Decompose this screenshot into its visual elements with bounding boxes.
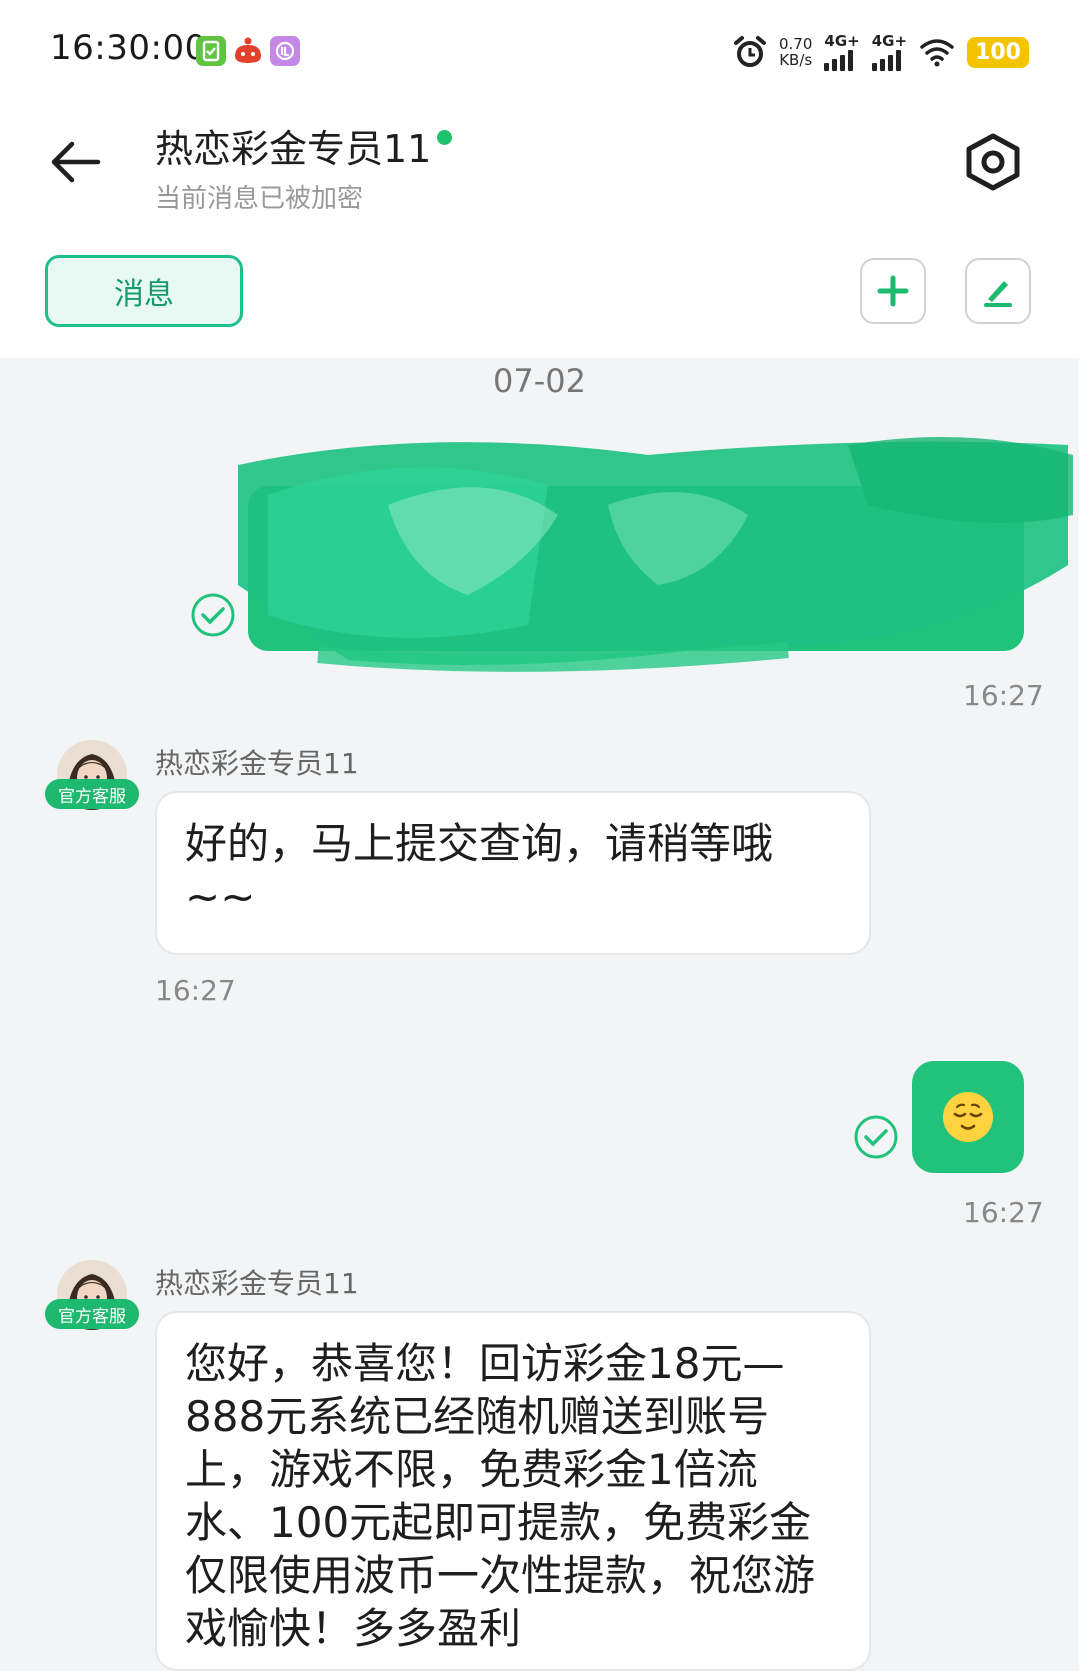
sender-name: 热恋彩金专员11 — [155, 1267, 359, 1300]
battery-icon: 100 — [967, 36, 1029, 68]
net-speed: 0.70 KB/s — [779, 36, 812, 68]
incoming-message-bubble[interactable]: 好的，马上提交查询，请稍等哦~~ — [155, 791, 871, 955]
app-purple-icon — [270, 36, 300, 66]
status-right: 0.70 KB/s 4G+ 4G+ 100 — [733, 30, 1029, 74]
tab-messages[interactable]: 消息 — [45, 255, 243, 327]
chat-title: 热恋彩金专员11 — [155, 118, 453, 173]
message-text: 好的，马上提交查询，请稍等哦~~ — [185, 819, 774, 921]
wifi-icon — [920, 39, 954, 67]
official-support-badge: 官方客服 — [45, 779, 139, 809]
relieved-face-icon — [943, 1092, 993, 1142]
encryption-notice: 当前消息已被加密 — [155, 184, 364, 214]
message-text: 您好，恭喜您！回访彩金18元—888元系统已经随机赠送到账号上，游戏不限，免费彩… — [185, 1339, 816, 1653]
message-time: 16:27 — [963, 679, 1044, 712]
plus-icon — [877, 275, 909, 307]
add-button[interactable] — [860, 258, 926, 324]
chat-title-text: 热恋彩金专员11 — [155, 127, 432, 171]
signal-label: 4G+ — [871, 31, 908, 50]
status-time: 16:30:00 — [50, 28, 207, 68]
pen-icon — [984, 281, 1012, 307]
signal-icon: 4G+ — [824, 31, 860, 71]
sender-avatar[interactable]: 官方客服 — [45, 740, 140, 820]
online-indicator — [437, 130, 453, 145]
net-speed-unit: KB/s — [779, 51, 813, 69]
settings-button[interactable] — [965, 132, 1021, 192]
back-button[interactable] — [48, 138, 102, 186]
message-time: 16:27 — [155, 974, 236, 1007]
signal-icon: 4G+ — [871, 31, 908, 71]
message-time: 16:27 — [963, 1196, 1044, 1229]
date-divider: 07-02 — [493, 362, 586, 400]
outgoing-emoji-bubble[interactable]: 😌 — [912, 1061, 1024, 1173]
official-support-badge: 官方客服 — [45, 1299, 139, 1329]
sender-avatar[interactable]: 官方客服 — [45, 1260, 140, 1340]
app-green-icon — [196, 36, 226, 66]
app-red-icon — [232, 36, 262, 66]
alarm-icon — [734, 36, 766, 67]
net-speed-value: 0.70 — [779, 35, 813, 53]
hexagon-settings-icon — [966, 133, 1020, 191]
sender-name: 热恋彩金专员11 — [155, 747, 359, 780]
arrow-left-icon — [51, 141, 101, 183]
sent-check-icon — [854, 1115, 898, 1159]
redaction-scribble — [238, 437, 1073, 672]
incoming-message-bubble[interactable]: 您好，恭喜您！回访彩金18元—888元系统已经随机赠送到账号上，游戏不限，免费彩… — [155, 1311, 871, 1671]
edit-button[interactable] — [965, 258, 1031, 324]
signal-label: 4G+ — [824, 31, 860, 50]
